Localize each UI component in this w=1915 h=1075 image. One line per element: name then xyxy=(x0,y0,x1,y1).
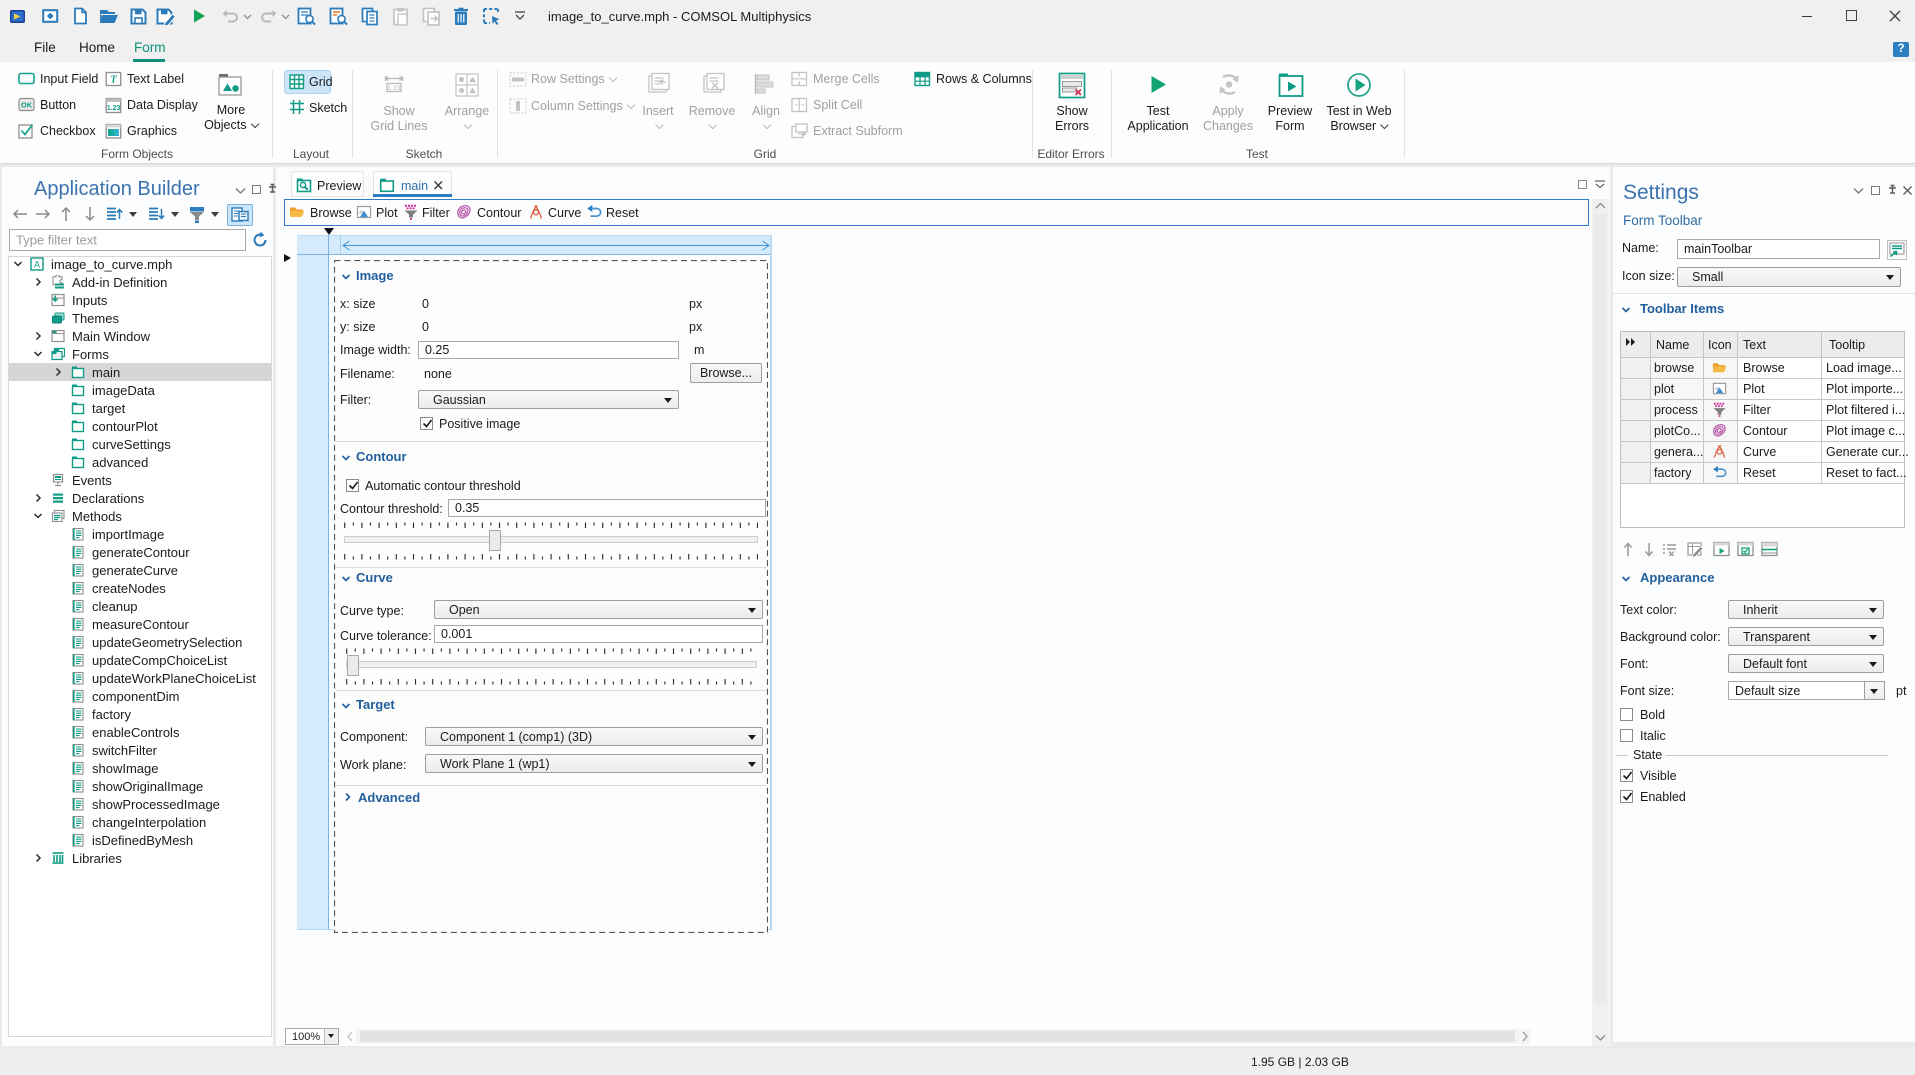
svg-text:OK: OK xyxy=(21,101,33,110)
svg-text:T: T xyxy=(110,75,117,86)
svg-text:1.23: 1.23 xyxy=(388,85,401,92)
svg-text:1.23: 1.23 xyxy=(107,105,121,112)
